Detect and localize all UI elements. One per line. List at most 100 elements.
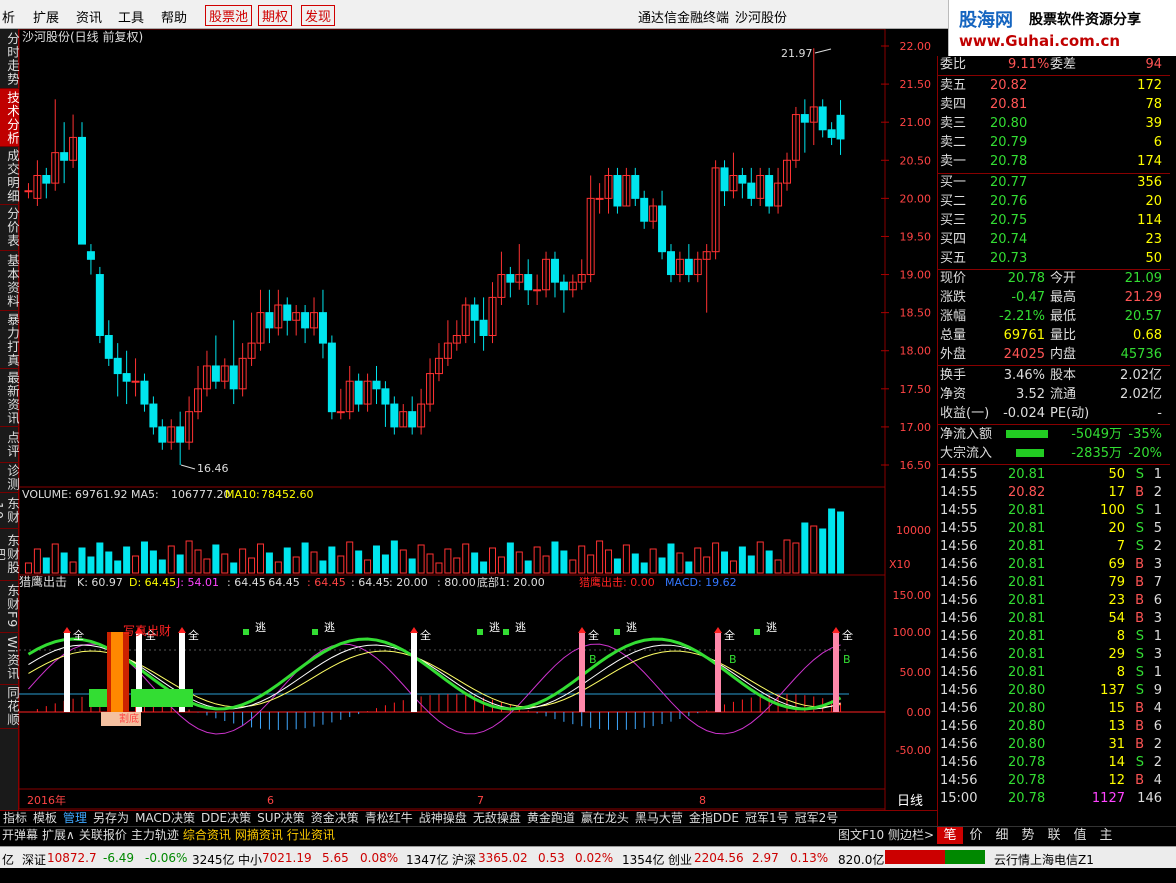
volume-bar (587, 554, 595, 574)
quote-tab-2[interactable]: 细 (989, 827, 1015, 844)
candle-body (800, 114, 809, 123)
volume-bar (149, 550, 157, 574)
candle-body (479, 319, 488, 336)
side-tab-10[interactable]: 东财股吧 (0, 529, 20, 581)
volume-bar (114, 560, 122, 574)
indicator-tab-11[interactable]: 黄金跑道 (524, 811, 578, 826)
indicator-tick-label: 100.00 (893, 626, 932, 639)
side-tab-11[interactable]: 东财F9 (0, 581, 20, 633)
side-tab-4[interactable]: 基本资料 (0, 251, 20, 311)
signal-pillar (833, 633, 839, 712)
side-tab-13[interactable]: 同花顺 (0, 685, 20, 729)
menu-item-tools[interactable]: 工具 (118, 7, 144, 26)
side-tab-0[interactable]: 分时走势 (0, 29, 20, 89)
volume-bar (569, 559, 577, 574)
indicator-tab-15[interactable]: 冠军1号 (742, 811, 792, 826)
func-button-2[interactable]: 关联报价 (77, 827, 129, 844)
sell-volume: 78 (1145, 97, 1162, 112)
menu-item-options[interactable]: 期权 (258, 5, 293, 26)
indicator-tab-2[interactable]: 管理 (60, 811, 90, 826)
func-button-4[interactable]: 综合资讯 (181, 827, 233, 844)
func-button-1[interactable]: 扩展∧ (40, 827, 77, 844)
indicator-tab-0[interactable]: 指标 (0, 811, 30, 826)
volume-bar (390, 540, 398, 574)
signal-b-label: B (729, 653, 737, 666)
tick-count: 1 (1153, 503, 1162, 518)
menu-item-discover[interactable]: 发现 (301, 5, 336, 26)
indicator-tab-16[interactable]: 冠军2号 (792, 811, 842, 826)
fin-label-2: 股本 (1050, 368, 1077, 383)
function-bar: 开弹幕 扩展∧ 关联报价 主力轨迹 综合资讯 网摘资讯 行业资讯 图文F10 侧边栏> (0, 826, 937, 844)
buy-volume: 50 (1145, 251, 1162, 266)
fin-value-2: - (1157, 406, 1162, 421)
indicator-tab-5[interactable]: DDE决策 (198, 811, 254, 826)
indicator-value-d: D: 64.45 (129, 576, 176, 589)
tick-price: 20.80 (1008, 683, 1046, 698)
signal-quan-label: 全 (73, 628, 84, 642)
tick-price: 20.81 (1008, 611, 1046, 626)
quote-tab-0[interactable]: 笔 (937, 827, 963, 844)
signal-tao-label: 逃 (255, 621, 266, 634)
flow-bar (1016, 449, 1044, 457)
sell-row: 卖二 20.79 6 (938, 134, 1170, 152)
stat-value: -2.21% (999, 309, 1045, 324)
indicator-tab-1[interactable]: 模板 (30, 811, 60, 826)
indicator-tab-13[interactable]: 黑马大营 (632, 811, 686, 826)
menu-item-extend[interactable]: 扩展 (33, 7, 59, 26)
func-button-3[interactable]: 主力轨迹 (129, 827, 181, 844)
tick-row: 14:56 20.81 8 S 1 (938, 664, 1170, 682)
indicator-tab-4[interactable]: MACD决策 (132, 811, 198, 826)
quote-tab-4[interactable]: 联 (1041, 827, 1067, 844)
candle-body (24, 190, 33, 193)
func-right-button-1[interactable]: 侧边栏> (886, 827, 936, 844)
menu-item-help[interactable]: 帮助 (161, 7, 187, 26)
indicator-tab-6[interactable]: SUP决策 (254, 811, 308, 826)
quote-tab-5[interactable]: 值 (1067, 827, 1093, 844)
side-tab-3[interactable]: 分价表 (0, 205, 20, 251)
volume-bar (310, 551, 318, 574)
indicator-tab-12[interactable]: 赢在龙头 (578, 811, 632, 826)
side-tab-5[interactable]: 暴力打真 (0, 311, 20, 369)
side-tabs: 分时走势技术分析成交明细分价表基本资料暴力打真最新资讯点评诊测东财10东财股吧东… (0, 29, 20, 817)
volume-bar (712, 542, 720, 574)
y-tick-label: 17.00 (900, 421, 932, 434)
indicator-tab-3[interactable]: 另存为 (90, 811, 132, 826)
func-right-button-0[interactable]: 图文F10 (836, 827, 886, 844)
side-tab-12[interactable]: Wi资讯 (0, 633, 20, 685)
side-tab-8[interactable]: 诊测 (0, 463, 20, 493)
menu-item-stock-pool[interactable]: 股票池 (205, 5, 253, 26)
indicator-tab-8[interactable]: 青松红牛 (362, 811, 416, 826)
side-tab-1[interactable]: 技术分析 (0, 89, 20, 147)
indicator-tab-14[interactable]: 金指DDE (686, 811, 742, 826)
fin-row: 换手 3.46% 股本 2.02亿 (938, 367, 1170, 385)
func-button-6[interactable]: 行业资讯 (285, 827, 337, 844)
volume-bar (346, 541, 354, 574)
indicator-tick-label: 0.00 (907, 706, 932, 719)
menu-item-analysis[interactable]: 析 (2, 7, 15, 26)
quote-tab-3[interactable]: 势 (1015, 827, 1041, 844)
tick-side: B (1135, 575, 1144, 590)
sell-label: 卖一 (940, 154, 967, 169)
side-tab-9[interactable]: 东财10 (0, 493, 20, 529)
indicator-tab-10[interactable]: 无敌操盘 (470, 811, 524, 826)
candle-body (265, 312, 274, 329)
func-button-0[interactable]: 开弹幕 (0, 827, 40, 844)
indicator-tab-9[interactable]: 战神操盘 (416, 811, 470, 826)
indicator-tab-7[interactable]: 资金决策 (308, 811, 362, 826)
fin-row: 收益(一) -0.024 PE(动) - (938, 405, 1170, 423)
menu-item-news[interactable]: 资讯 (76, 7, 102, 26)
quote-tab-1[interactable]: 价 (963, 827, 989, 844)
func-button-5[interactable]: 网摘资讯 (233, 827, 285, 844)
volume-bar (721, 551, 729, 574)
quote-tab-6[interactable]: 主 (1093, 827, 1119, 844)
side-tab-7[interactable]: 点评 (0, 427, 20, 463)
candle-body (506, 274, 515, 283)
side-tab-2[interactable]: 成交明细 (0, 147, 20, 205)
tick-volume: 17 (1108, 485, 1125, 500)
signal-arrow-icon (832, 627, 840, 633)
candle-body (640, 197, 649, 222)
chart-area[interactable]: 22.00 21.50 21.00 20.50 20.00 19.50 19.00 18.50… (19, 29, 937, 810)
candle-body (158, 426, 167, 443)
tick-count: 3 (1153, 647, 1162, 662)
side-tab-6[interactable]: 最新资讯 (0, 369, 20, 427)
